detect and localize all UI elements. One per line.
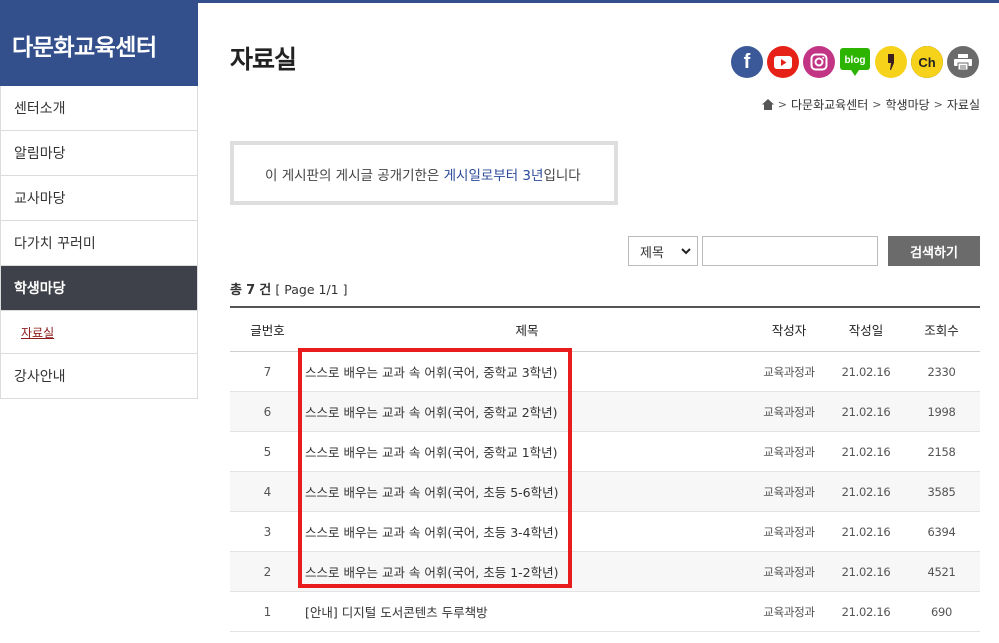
kakaostory-icon[interactable] bbox=[875, 46, 907, 78]
search-field-select[interactable]: 제목 bbox=[628, 236, 698, 266]
header-author: 작성자 bbox=[771, 323, 807, 338]
header-title: 제목 bbox=[515, 323, 539, 338]
chevron-right-icon: > bbox=[872, 98, 882, 111]
page-title: 자료실 bbox=[230, 45, 297, 74]
row-views: 1998 bbox=[927, 404, 956, 419]
row-author: 교육과정과 bbox=[763, 484, 815, 499]
sidebar-item-label: 교사마당 bbox=[14, 191, 66, 207]
row-number: 3 bbox=[263, 524, 272, 539]
row-date: 21.02.16 bbox=[841, 364, 891, 379]
count-unit: 건 bbox=[259, 283, 272, 298]
header-number: 글번호 bbox=[250, 323, 285, 338]
red-highlight-annotation bbox=[298, 348, 572, 588]
table-row: 1 [안내] 디지털 도서콘텐츠 두루책방 교육과정과 21.02.16 690 bbox=[230, 592, 980, 632]
count-label: 총 bbox=[230, 283, 242, 298]
chevron-right-icon: > bbox=[933, 98, 943, 111]
notice-box: 이 게시판의 게시글 공개기한은 게시일로부터 3년입니다 bbox=[230, 141, 618, 205]
sidebar-item-label: 학생마당 bbox=[14, 281, 66, 297]
sidebar-item-notices[interactable]: 알림마당 bbox=[1, 131, 197, 176]
row-number: 2 bbox=[263, 564, 272, 579]
row-author: 교육과정과 bbox=[763, 604, 815, 619]
row-number: 1 bbox=[263, 604, 272, 619]
row-views: 4521 bbox=[927, 564, 956, 579]
row-title-link[interactable]: [안내] 디지털 도서콘텐츠 두루책방 bbox=[305, 602, 749, 621]
row-date: 21.02.16 bbox=[841, 404, 891, 419]
breadcrumb-item[interactable]: 자료실 bbox=[947, 96, 980, 113]
sidebar-item-label: 강사안내 bbox=[14, 369, 66, 385]
row-author: 교육과정과 bbox=[763, 524, 815, 539]
sidebar-item-label: 알림마당 bbox=[14, 146, 66, 162]
print-icon[interactable] bbox=[947, 46, 979, 78]
sidebar-item-label: 센터소개 bbox=[14, 101, 66, 117]
sidebar-item-bundle[interactable]: 다가치 꾸러미 bbox=[1, 221, 197, 266]
row-views: 6394 bbox=[927, 524, 956, 539]
row-number: 5 bbox=[263, 444, 272, 459]
search-field-value: 제목 bbox=[640, 245, 664, 261]
row-number: 6 bbox=[263, 404, 272, 419]
row-author: 교육과정과 bbox=[763, 404, 815, 419]
sidebar-item-students[interactable]: 학생마당 bbox=[1, 266, 197, 311]
row-date: 21.02.16 bbox=[841, 604, 891, 619]
row-views: 3585 bbox=[927, 484, 956, 499]
notice-text: 이 게시판의 게시글 공개기한은 bbox=[265, 168, 444, 184]
header-date: 작성일 bbox=[848, 323, 884, 338]
row-author: 교육과정과 bbox=[763, 564, 815, 579]
breadcrumb-item[interactable]: 다문화교육센터 bbox=[791, 96, 868, 113]
row-author: 교육과정과 bbox=[763, 444, 815, 459]
youtube-icon[interactable] bbox=[767, 46, 799, 78]
header-views: 조회수 bbox=[924, 323, 959, 338]
row-date: 21.02.16 bbox=[841, 524, 891, 539]
chevron-right-icon: > bbox=[777, 98, 787, 111]
social-links: f blog Ch bbox=[731, 46, 979, 78]
sidebar-subitem-label: 자료실 bbox=[21, 325, 55, 340]
home-icon[interactable] bbox=[761, 99, 774, 110]
row-date: 21.02.16 bbox=[841, 444, 891, 459]
breadcrumb-item[interactable]: 학생마당 bbox=[885, 96, 929, 113]
row-date: 21.02.16 bbox=[841, 564, 891, 579]
notice-suffix: 입니다 bbox=[543, 168, 581, 184]
count-number: 7 bbox=[246, 283, 256, 298]
notice-highlight: 게시일로부터 3년 bbox=[443, 168, 544, 184]
sidebar-subitem-archive[interactable]: 자료실 bbox=[1, 311, 197, 354]
row-number: 4 bbox=[263, 484, 272, 499]
sidebar-item-center-intro[interactable]: 센터소개 bbox=[1, 86, 197, 131]
row-date: 21.02.16 bbox=[841, 484, 891, 499]
row-number: 7 bbox=[263, 364, 272, 379]
page-indicator: [ Page 1/1 ] bbox=[275, 282, 348, 297]
sidebar-item-label: 다가치 꾸러미 bbox=[14, 236, 96, 252]
sidebar-menu: 센터소개 알림마당 교사마당 다가치 꾸러미 학생마당 자료실 강사안내 bbox=[0, 86, 198, 399]
row-views: 2330 bbox=[927, 364, 956, 379]
sidebar-item-teachers[interactable]: 교사마당 bbox=[1, 176, 197, 221]
search-button[interactable]: 검색하기 bbox=[888, 236, 980, 266]
blog-icon[interactable]: blog bbox=[839, 46, 871, 78]
instagram-icon[interactable] bbox=[803, 46, 835, 78]
row-views: 690 bbox=[930, 604, 953, 619]
kakao-channel-icon[interactable]: Ch bbox=[911, 46, 943, 78]
row-author: 교육과정과 bbox=[763, 364, 815, 379]
chevron-down-icon bbox=[681, 248, 691, 255]
table-header: 글번호 제목 작성자 작성일 조회수 bbox=[230, 308, 980, 352]
sidebar-title: 다문화교육센터 bbox=[0, 0, 198, 86]
svg-text:Ch: Ch bbox=[918, 55, 935, 70]
search-input[interactable] bbox=[702, 236, 878, 266]
sidebar: 다문화교육센터 센터소개 알림마당 교사마당 다가치 꾸러미 학생마당 자료실 … bbox=[0, 0, 198, 399]
row-views: 2158 bbox=[927, 444, 956, 459]
post-count: 총 7 건 [ Page 1/1 ] bbox=[230, 279, 347, 298]
facebook-icon[interactable]: f bbox=[731, 46, 763, 78]
breadcrumb: > 다문화교육센터 > 학생마당 > 자료실 bbox=[761, 96, 980, 113]
sidebar-item-instructors[interactable]: 강사안내 bbox=[1, 354, 197, 399]
svg-text:blog: blog bbox=[844, 55, 865, 66]
